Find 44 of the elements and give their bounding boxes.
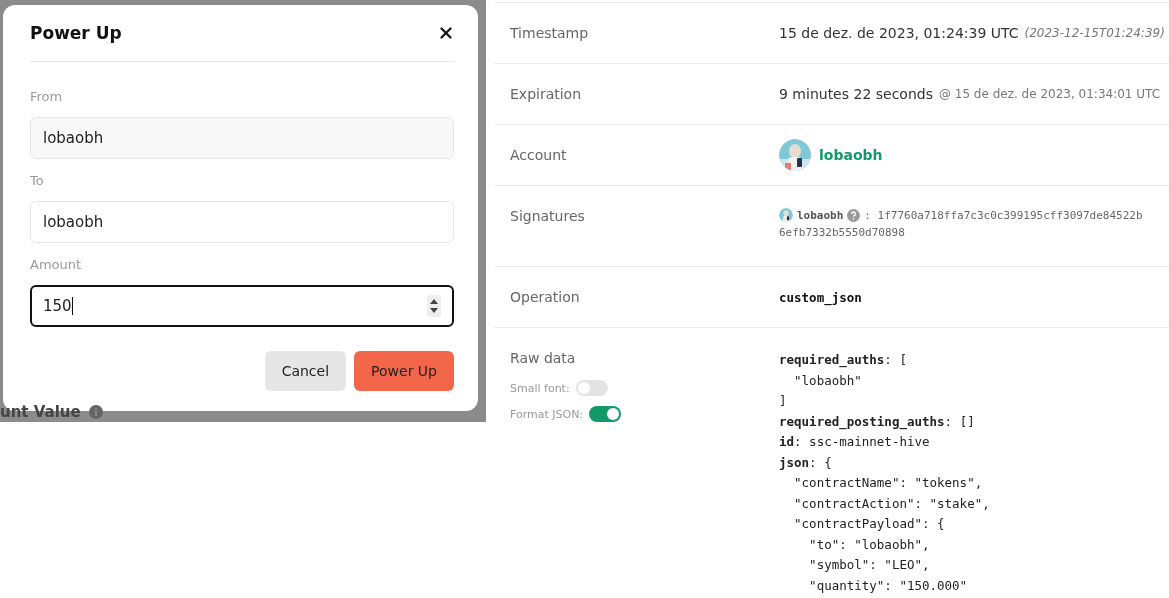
expiration-time: @ 15 de dez. de 2023, 01:34:01 UTC bbox=[938, 87, 1161, 101]
code-line: ] bbox=[779, 392, 788, 410]
code-line: id: ssc-mainnet-hive bbox=[779, 433, 931, 451]
input-field[interactable]: lobaobh bbox=[30, 117, 454, 159]
toggle-label: Small font: bbox=[510, 381, 570, 395]
expiration-value: 9 minutes 22 seconds bbox=[779, 86, 933, 102]
code-line: "symbol": "LEO", bbox=[808, 556, 931, 574]
row-label: Timestamp bbox=[509, 25, 590, 41]
operation-type: custom_json bbox=[779, 289, 862, 305]
info-icon bbox=[88, 405, 103, 419]
amount-field[interactable]: 150 bbox=[30, 285, 454, 327]
signature-hash: 6efb7332b5550d70898 bbox=[779, 226, 905, 239]
spinner-icon[interactable] bbox=[427, 295, 441, 317]
code-line: "contractName": "tokens", bbox=[793, 474, 984, 492]
code-line: required_posting_auths: [] bbox=[779, 412, 976, 432]
code-line: "contractAction": "stake", bbox=[793, 494, 990, 513]
toggle-switch[interactable] bbox=[589, 406, 622, 422]
power-up-button[interactable]: Power Up bbox=[354, 351, 454, 391]
iso-timestamp: (2023-12-15T01:24:39) bbox=[1024, 26, 1165, 40]
account-link[interactable]: lobaobh bbox=[819, 147, 883, 163]
code-line: required_auths: [ bbox=[779, 351, 908, 370]
input-field[interactable]: lobaobh bbox=[30, 201, 454, 243]
toggle-label: Format JSON: bbox=[510, 407, 584, 421]
field-label: From bbox=[30, 89, 64, 105]
row-label: Account bbox=[509, 147, 568, 163]
code-line: "to": "lobaobh", bbox=[808, 535, 931, 554]
timestamp-value: 15 de dez. de 2023, 01:24:39 UTC bbox=[779, 25, 1019, 41]
field-label: Amount bbox=[30, 257, 83, 273]
code-line: json: { bbox=[779, 453, 833, 472]
cancel-button[interactable]: Cancel bbox=[264, 351, 347, 391]
row-label: Expiration bbox=[509, 86, 583, 102]
help-icon[interactable] bbox=[847, 208, 861, 222]
code-line: "lobaobh" bbox=[793, 371, 863, 390]
close-icon[interactable] bbox=[440, 27, 452, 39]
row-label: Raw data bbox=[509, 350, 577, 366]
field-label: To bbox=[30, 173, 45, 189]
row-label: Signatures bbox=[509, 208, 586, 224]
row-label: Operation bbox=[509, 289, 581, 305]
signature-hash: : 1f7760a718ffa7c3c0c399195cff3097de84522b bbox=[864, 208, 1143, 222]
code-line: "quantity": "150.000" bbox=[808, 576, 969, 595]
signer-name[interactable]: lobaobh bbox=[797, 208, 844, 222]
toggle-switch[interactable] bbox=[575, 380, 608, 396]
code-line: "contractPayload": { bbox=[793, 515, 946, 533]
dialog-title: Power Up bbox=[30, 23, 122, 43]
